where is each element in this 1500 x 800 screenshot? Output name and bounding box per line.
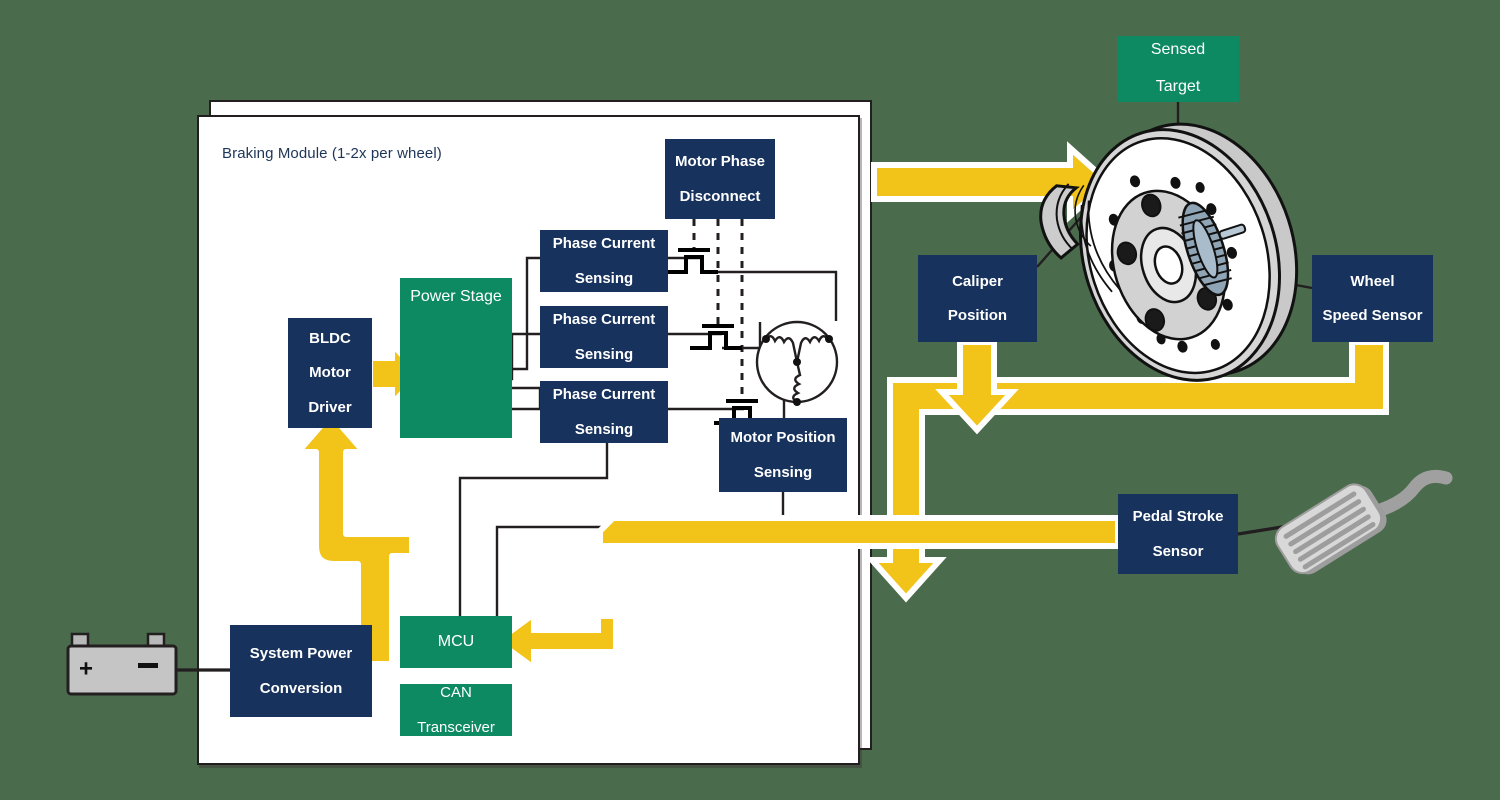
diagram-canvas: Braking Module (1-2x per wheel) Power St… (0, 0, 1500, 800)
brake-pedal-illustration (1274, 469, 1453, 575)
